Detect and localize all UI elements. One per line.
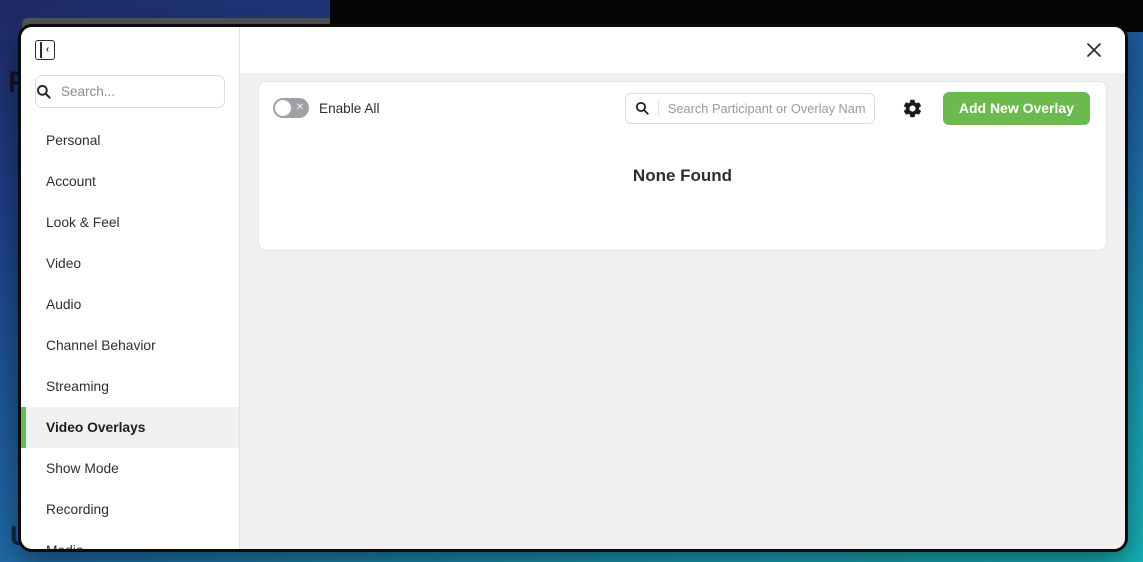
sidebar-item-streaming[interactable]: Streaming [21,366,239,407]
sidebar-item-account[interactable]: Account [21,161,239,202]
sidebar-item-label: Streaming [46,379,109,394]
search-input[interactable] [51,84,239,99]
sidebar-item-personal[interactable]: Personal [21,120,239,161]
settings-sidebar: ‹ Personal Account Look & Feel Video Audio Ch… [21,27,240,549]
sidebar-search[interactable] [35,75,239,108]
sidebar-item-label: Audio [46,297,82,312]
empty-state-message: None Found [632,166,733,185]
sidebar-item-label: Video Overlays [46,420,146,435]
add-new-overlay-button[interactable]: Add New Overlay [942,91,1090,125]
sidebar-item-show-mode[interactable]: Show Mode [21,448,239,489]
sidebar-item-video[interactable]: Video [21,243,239,284]
overlay-search-input[interactable] [658,100,874,116]
overlays-panel: ✕ Enable All Search Participant or Overl… [258,81,1107,251]
close-icon[interactable] [1081,37,1107,63]
chevron-left-glyph: ‹ [45,44,50,55]
search-icon [36,84,51,99]
sidebar-item-video-overlays[interactable]: Video Overlays [21,407,239,448]
search-icon [626,101,658,115]
toggle-knob [275,100,291,116]
enable-all-group: ✕ Enable All [273,98,379,118]
settings-nav: Personal Account Look & Feel Video Audio Chan… [21,120,239,549]
overlays-toolbar: ✕ Enable All Search Participant or Overl… [259,82,1106,134]
panel-collapse-icon[interactable]: ‹ [35,40,55,60]
modal-header [240,27,1125,73]
sidebar-header: ‹ [21,27,239,73]
overlays-list: None Found [259,134,1106,250]
settings-modal: ‹ Personal Account Look & Feel Video Audio Ch… [18,24,1128,552]
sidebar-item-label: Show Mode [46,461,119,476]
overlay-search[interactable] [624,92,875,124]
enable-all-toggle[interactable]: ✕ [273,98,309,118]
sidebar-item-look-feel[interactable]: Look & Feel [21,202,239,243]
sidebar-item-audio[interactable]: Audio [21,284,239,325]
settings-main: ✕ Enable All Search Participant or Overl… [240,27,1125,549]
sidebar-item-label: Video [46,256,82,271]
sidebar-item-media[interactable]: Media [21,530,239,549]
sidebar-item-label: Media [46,543,84,549]
sidebar-item-label: Recording [46,502,109,517]
gear-icon[interactable] [897,92,929,124]
enable-all-label: Enable All [319,100,380,116]
sidebar-item-label: Look & Feel [46,215,120,230]
content-area: ✕ Enable All Search Participant or Overl… [240,73,1125,549]
sidebar-item-label: Channel Behavior [46,338,156,353]
sidebar-item-recording[interactable]: Recording [21,489,239,530]
toggle-off-icon: ✕ [295,102,304,113]
sidebar-item-channel-behavior[interactable]: Channel Behavior [21,325,239,366]
sidebar-item-label: Personal [46,133,101,148]
sidebar-item-label: Account [46,174,96,189]
